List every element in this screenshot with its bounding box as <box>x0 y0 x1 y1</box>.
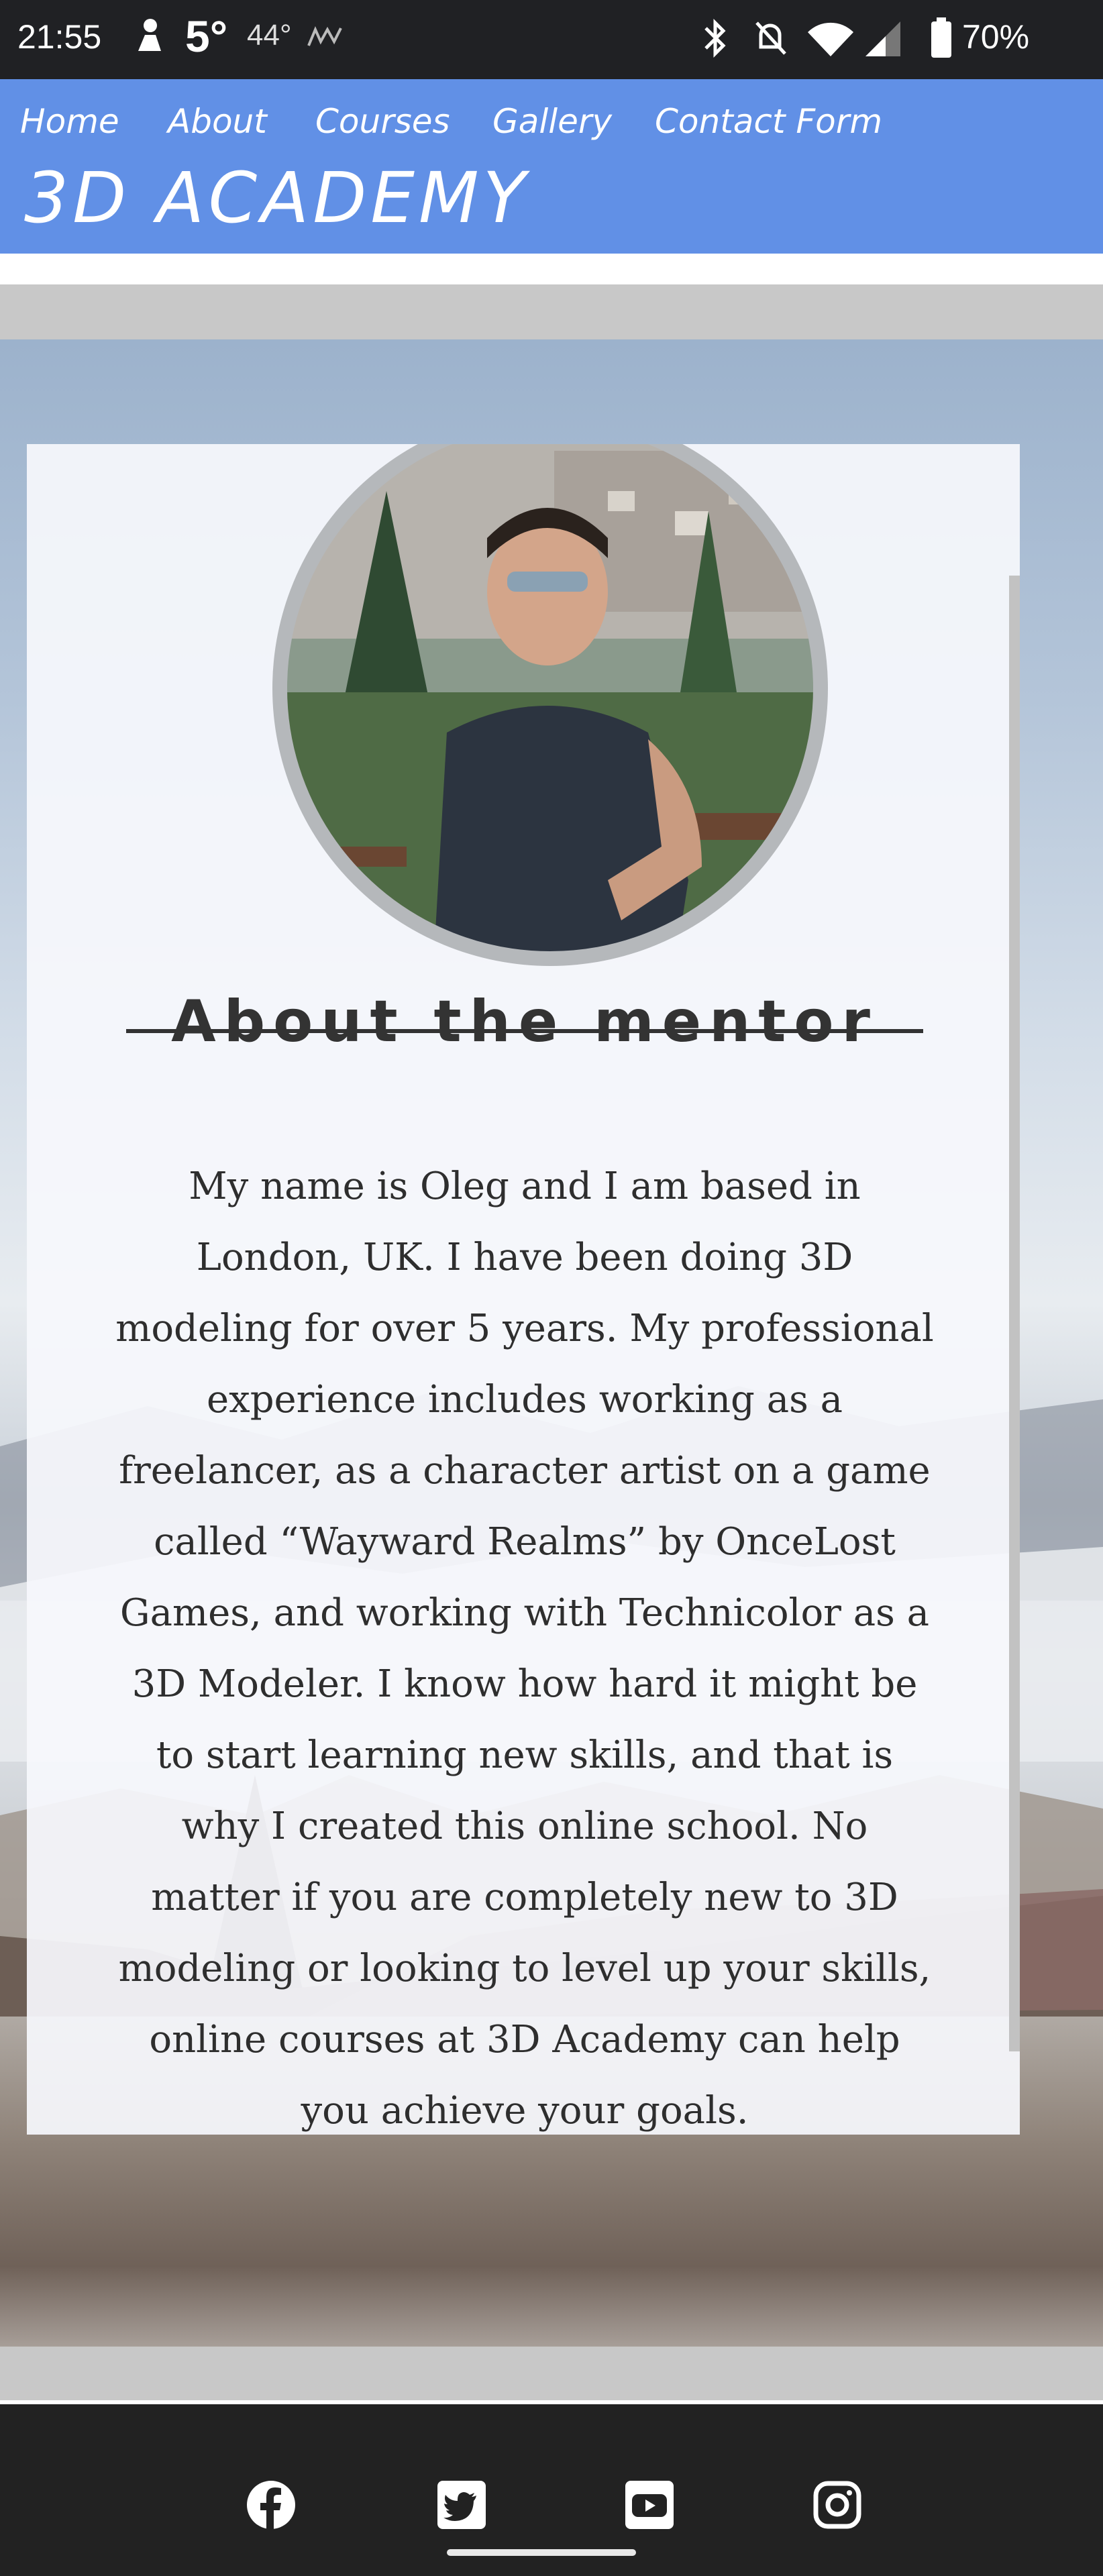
about-heading: About the mentor <box>171 987 878 1055</box>
nav-contact-form-link[interactable]: Contact Form <box>655 102 882 141</box>
battery-icon <box>931 17 951 58</box>
signal-icon <box>865 21 900 56</box>
status-bar: 21:55 5° 44° 70% <box>0 0 1103 79</box>
mentor-bio: My name is Oleg and I am based in London… <box>115 1165 934 2133</box>
heading-underline <box>126 1029 923 1033</box>
mentor-avatar <box>272 444 828 966</box>
site-brand[interactable]: 3D ACADEMY <box>24 157 529 239</box>
twitter-icon <box>437 2481 486 2529</box>
temperature-secondary: 44° <box>247 19 292 52</box>
youtube-link[interactable] <box>624 2479 675 2530</box>
facebook-icon <box>247 2481 295 2529</box>
nav-about-link[interactable]: About <box>168 102 267 141</box>
divider-strip-bottom <box>0 2347 1103 2400</box>
bell-off-icon <box>755 21 786 55</box>
instagram-icon <box>813 2481 861 2529</box>
youtube-icon <box>625 2481 674 2529</box>
battery-level: 70% <box>962 18 1030 56</box>
nav-home-link[interactable]: Home <box>20 102 119 141</box>
wifi-icon <box>808 22 853 56</box>
bluetooth-icon <box>704 18 726 58</box>
weather-icon <box>307 25 342 46</box>
nav-courses-link[interactable]: Courses <box>315 102 450 141</box>
notification-icon <box>138 19 161 51</box>
twitter-link[interactable] <box>436 2479 487 2530</box>
home-indicator[interactable] <box>447 2549 636 2556</box>
divider-strip <box>0 284 1103 339</box>
card-scrollbar[interactable] <box>1009 576 1020 2051</box>
temperature-main: 5° <box>185 11 228 61</box>
about-card: About the mentor My name is Oleg and I a… <box>27 444 1020 2135</box>
status-time: 21:55 <box>17 18 102 56</box>
mentor-photo <box>276 444 824 962</box>
instagram-link[interactable] <box>812 2479 863 2530</box>
facebook-link[interactable] <box>246 2479 297 2530</box>
site-header: Home About Courses Gallery Contact Form … <box>0 79 1103 254</box>
nav-gallery-link[interactable]: Gallery <box>492 102 612 141</box>
